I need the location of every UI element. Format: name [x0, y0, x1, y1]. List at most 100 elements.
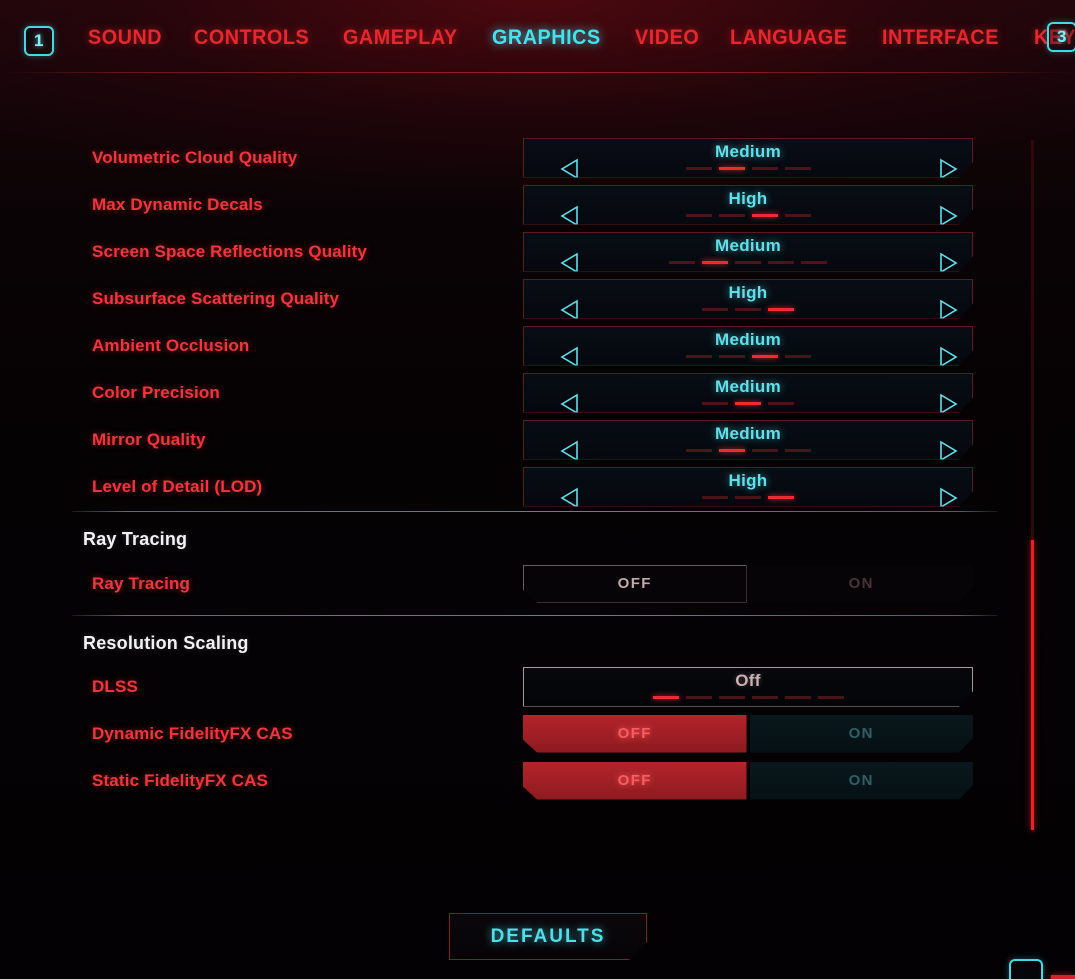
segment-indicator — [653, 696, 844, 699]
stepper-value: Off — [735, 670, 761, 690]
stepper-center: High — [524, 468, 972, 506]
setting-row: Static FidelityFX CAS OFF ON — [0, 757, 1010, 804]
tab-interface[interactable]: INTERFACE — [882, 26, 999, 50]
setting-row: Subsurface Scattering Quality High — [0, 275, 1010, 322]
stepper-center: High — [524, 280, 972, 318]
segment-tick — [702, 308, 728, 311]
segment-tick — [702, 496, 728, 499]
segment-indicator — [669, 261, 827, 264]
stepper-value: Medium — [714, 423, 782, 443]
toggle-dynamic-fidelityfx-cas: OFF ON — [523, 714, 974, 753]
segment-tick — [735, 402, 761, 405]
setting-label-screen-space-reflections-quality: Screen Space Reflections Quality — [92, 241, 368, 261]
prompt-bar-icon[interactable] — [1051, 975, 1075, 979]
stepper-dlss[interactable]: Off — [523, 667, 973, 707]
next-tab-badge[interactable]: 3 — [1047, 22, 1075, 52]
section-header-resolution-scaling: Resolution Scaling — [83, 633, 249, 653]
toggle-on-button[interactable]: ON — [750, 715, 974, 753]
segment-tick — [702, 402, 728, 405]
stepper-center: Off — [524, 668, 972, 706]
segment-tick — [735, 308, 761, 311]
stepper-value: Medium — [714, 329, 782, 349]
stepper-center: Medium — [524, 327, 972, 365]
segment-tick — [768, 308, 794, 311]
prompt-badge-icon[interactable] — [1009, 959, 1043, 979]
segment-tick — [686, 167, 712, 170]
tab-language[interactable]: LANGUAGE — [730, 26, 847, 50]
stepper-value: Medium — [714, 376, 782, 396]
segment-tick — [752, 355, 778, 358]
stepper-value: High — [728, 470, 768, 490]
segment-tick — [735, 496, 761, 499]
segment-tick — [752, 696, 778, 699]
scrollbar-thumb[interactable] — [1031, 540, 1034, 830]
defaults-button[interactable]: DEFAULTS — [449, 913, 647, 960]
setting-row: Mirror Quality Medium — [0, 416, 1010, 463]
setting-label-dlss: DLSS — [92, 676, 138, 696]
segment-tick — [653, 696, 679, 699]
segment-tick — [768, 402, 794, 405]
bottom-prompt-group — [1009, 959, 1075, 979]
segment-tick — [785, 449, 811, 452]
toggle-on-button[interactable]: ON — [750, 762, 974, 800]
tab-list: SOUND CONTROLS GAMEPLAY GRAPHICS VIDEO LANGUA… — [88, 26, 1075, 50]
segment-tick — [752, 167, 778, 170]
toggle-off-button[interactable]: OFF — [523, 714, 747, 753]
segment-tick — [818, 696, 844, 699]
tab-graphics[interactable]: GRAPHICS — [492, 26, 601, 50]
toggle-on-button[interactable]: ON — [750, 565, 974, 603]
segment-indicator — [686, 449, 811, 452]
segment-tick — [702, 261, 728, 264]
toggle-ray-tracing: OFF ON — [523, 564, 974, 603]
header-divider — [0, 72, 1075, 73]
stepper-level-of-detail-lod[interactable]: High — [523, 467, 973, 507]
segment-tick — [686, 449, 712, 452]
segment-tick — [785, 696, 811, 699]
segment-tick — [719, 355, 745, 358]
tab-gameplay[interactable]: GAMEPLAY — [343, 26, 458, 50]
setting-row: Ray Tracing OFF ON — [0, 560, 1010, 607]
segment-tick — [801, 261, 827, 264]
segment-tick — [686, 696, 712, 699]
scrollbar-track[interactable] — [1031, 140, 1034, 830]
setting-label-max-dynamic-decals: Max Dynamic Decals — [92, 194, 263, 214]
tab-video[interactable]: VIDEO — [635, 26, 699, 50]
segment-tick — [669, 261, 695, 264]
stepper-value: High — [728, 188, 768, 208]
segment-indicator — [702, 496, 794, 499]
stepper-volumetric-cloud-quality[interactable]: Medium — [523, 138, 973, 178]
setting-label-subsurface-scattering-quality: Subsurface Scattering Quality — [92, 288, 340, 308]
stepper-ambient-occlusion[interactable]: Medium — [523, 326, 973, 366]
stepper-center: High — [524, 186, 972, 224]
stepper-screen-space-reflections-quality[interactable]: Medium — [523, 232, 973, 272]
segment-tick — [768, 261, 794, 264]
stepper-value: Medium — [714, 235, 782, 255]
toggle-off-button[interactable]: OFF — [523, 564, 747, 603]
setting-label-ambient-occlusion: Ambient Occlusion — [92, 335, 250, 355]
setting-label-dynamic-fidelityfx-cas: Dynamic FidelityFX CAS — [92, 723, 293, 743]
toggle-static-fidelityfx-cas: OFF ON — [523, 761, 974, 800]
setting-label-ray-tracing-toggle: Ray Tracing — [92, 573, 191, 593]
stepper-center: Medium — [524, 421, 972, 459]
stepper-subsurface-scattering-quality[interactable]: High — [523, 279, 973, 319]
top-navigation-bar: 1 SOUND CONTROLS GAMEPLAY GRAPHICS VIDEO LANG… — [0, 0, 1075, 84]
stepper-color-precision[interactable]: Medium — [523, 373, 973, 413]
section-divider — [72, 511, 998, 512]
stepper-max-dynamic-decals[interactable]: High — [523, 185, 973, 225]
settings-screen: 1 SOUND CONTROLS GAMEPLAY GRAPHICS VIDEO LANG… — [0, 0, 1075, 979]
settings-content: Volumetric Cloud Quality Medium Max Dynami… — [0, 84, 1010, 844]
back-button-badge[interactable]: 1 — [24, 26, 54, 56]
setting-label-mirror-quality: Mirror Quality — [92, 429, 206, 449]
segment-tick — [719, 214, 745, 217]
tab-controls[interactable]: CONTROLS — [194, 26, 309, 50]
segment-tick — [735, 261, 761, 264]
segment-tick — [752, 214, 778, 217]
stepper-mirror-quality[interactable]: Medium — [523, 420, 973, 460]
tab-sound[interactable]: SOUND — [88, 26, 162, 50]
segment-tick — [719, 696, 745, 699]
stepper-center: Medium — [524, 374, 972, 412]
setting-label-volumetric-cloud-quality: Volumetric Cloud Quality — [92, 147, 298, 167]
segment-indicator — [702, 308, 794, 311]
segment-tick — [768, 496, 794, 499]
toggle-off-button[interactable]: OFF — [523, 761, 747, 800]
